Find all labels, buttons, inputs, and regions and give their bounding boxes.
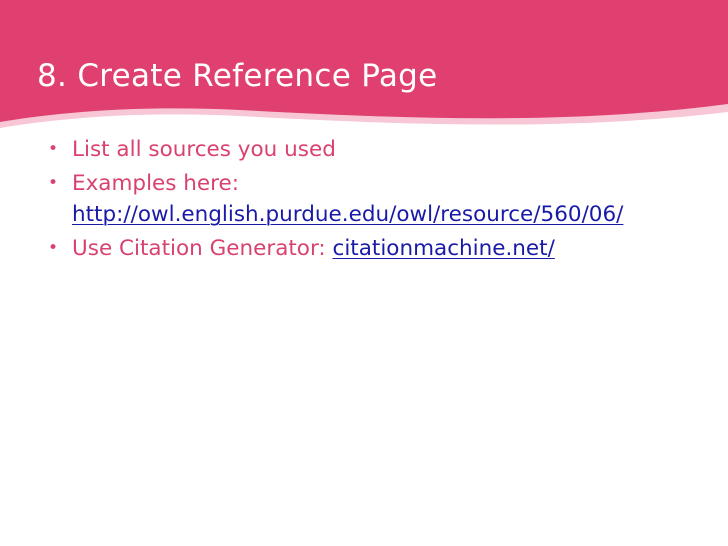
- bullet-icon: •: [47, 173, 59, 193]
- bullet-icon: •: [47, 139, 59, 159]
- purdue-owl-link[interactable]: http://owl.english.purdue.edu/owl/resour…: [72, 202, 623, 227]
- bullet-list: • List all sources you used List all sou…: [0, 134, 728, 264]
- bullet-text: List all sources you used: [72, 137, 336, 162]
- slide: 8. Create Reference Page • List all sour…: [0, 0, 728, 546]
- bullet-text: Use Citation Generator:: [72, 236, 326, 261]
- bullet-item-citation-generator: • Use Citation Generator: citationmachin…: [0, 233, 728, 264]
- bullet-text: Examples here:: [72, 171, 240, 196]
- bullet-item-examples: List all sources you used • Examples her…: [0, 168, 728, 230]
- bullet-item-sources: • List all sources you used: [0, 134, 728, 165]
- slide-title: 8. Create Reference Page: [37, 58, 438, 94]
- citation-machine-link[interactable]: citationmachine.net/: [333, 236, 555, 261]
- bullet-icon: •: [47, 238, 59, 258]
